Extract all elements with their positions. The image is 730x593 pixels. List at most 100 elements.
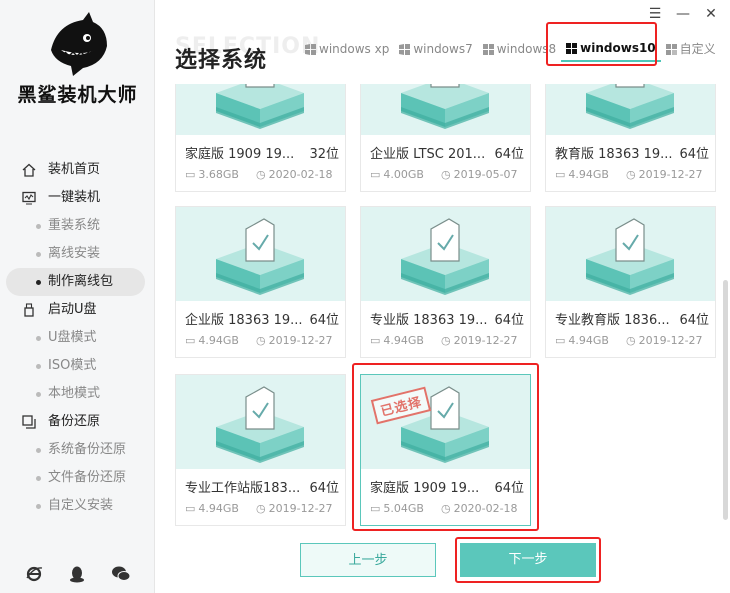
scrollbar-thumb[interactable] bbox=[723, 280, 728, 520]
sidebar-item-reinstall[interactable]: 重装系统 bbox=[0, 212, 155, 240]
system-card[interactable]: 专业教育版 1836... 64位 ▭ 4.94GB ◷ 2019-12-27 bbox=[545, 206, 716, 358]
tab-label: windows7 bbox=[413, 42, 473, 56]
windows-logo-icon bbox=[482, 43, 494, 55]
next-button[interactable]: 下一步 bbox=[460, 543, 596, 577]
disk-icon: ▭ bbox=[185, 168, 196, 181]
disk-icon: ▭ bbox=[555, 168, 566, 181]
sidebar-item-label: 系统备份还原 bbox=[48, 442, 127, 457]
clock-icon: ◷ bbox=[256, 502, 266, 515]
card-name: 专业工作站版183... bbox=[185, 481, 301, 496]
sidebar-item-usb-mode[interactable]: U盘模式 bbox=[0, 324, 155, 352]
bullet-dot bbox=[36, 336, 41, 341]
date-value: 2019-05-07 bbox=[453, 168, 518, 181]
card-size: ▭ 3.68GB bbox=[185, 168, 239, 181]
card-date: ◷ 2020-02-18 bbox=[441, 502, 518, 515]
install-illustration bbox=[216, 218, 304, 295]
card-size: ▭ 5.04GB bbox=[370, 502, 424, 515]
tab-label: windows10 bbox=[580, 41, 656, 55]
sidebar-item-custom-install[interactable]: 自定义安装 bbox=[0, 492, 155, 520]
close-icon[interactable]: ✕ bbox=[704, 6, 718, 22]
card-bits: 64位 bbox=[494, 481, 524, 496]
size-value: 4.94GB bbox=[198, 334, 239, 347]
menu-icon[interactable]: ☰ bbox=[648, 6, 662, 22]
tab-custom[interactable]: 自定义 bbox=[661, 36, 721, 62]
tab-windows10[interactable]: windows10 bbox=[561, 36, 661, 62]
wechat-icon[interactable] bbox=[110, 563, 132, 585]
card-date: ◷ 2020-02-18 bbox=[256, 168, 333, 181]
sidebar-item-one-click-install[interactable]: 一键装机 bbox=[0, 184, 155, 212]
card-image bbox=[176, 375, 345, 469]
size-value: 4.94GB bbox=[383, 334, 424, 347]
install-illustration bbox=[586, 218, 674, 295]
clock-icon: ◷ bbox=[441, 502, 451, 515]
bullet-dot bbox=[36, 504, 41, 509]
tab-label: windows xp bbox=[319, 42, 390, 56]
bullet-dot bbox=[36, 448, 41, 453]
sidebar-item-system-backup[interactable]: 系统备份还原 bbox=[0, 436, 155, 464]
size-value: 4.00GB bbox=[383, 168, 424, 181]
sidebar: 黑鲨装机大师 装机首页 一键装机 重装系统 离线安装 制作离线包 启动U盘 U盘… bbox=[0, 0, 155, 593]
page-title: 选择系统 bbox=[175, 48, 268, 73]
sidebar-item-label: 文件备份还原 bbox=[48, 470, 127, 485]
usb-icon bbox=[24, 303, 34, 317]
sidebar-item-label: ISO模式 bbox=[48, 358, 97, 373]
card-bits: 64位 bbox=[679, 313, 709, 328]
sidebar-item-label: 装机首页 bbox=[48, 162, 101, 177]
date-value: 2019-12-27 bbox=[638, 168, 703, 181]
sidebar-item-label: 制作离线包 bbox=[48, 274, 114, 289]
card-date: ◷ 2019-05-07 bbox=[441, 168, 518, 181]
shark-logo-icon bbox=[50, 12, 107, 76]
clock-icon: ◷ bbox=[626, 334, 636, 347]
date-value: 2020-02-18 bbox=[453, 502, 518, 515]
sidebar-item-local-mode[interactable]: 本地模式 bbox=[0, 380, 155, 408]
card-size: ▭ 4.94GB bbox=[370, 334, 424, 347]
bullet-dot bbox=[36, 280, 41, 285]
sidebar-item-backup-restore[interactable]: 备份还原 bbox=[0, 408, 155, 436]
install-illustration bbox=[401, 218, 489, 295]
system-card[interactable]: 专业工作站版183... 64位 ▭ 4.94GB ◷ 2019-12-27 bbox=[175, 374, 346, 526]
system-card[interactable]: 家庭版 1909 19... 64位 ▭ 5.04GB ◷ 2020-02-18 已… bbox=[360, 374, 531, 526]
card-name: 企业版 LTSC 201... bbox=[370, 147, 486, 162]
date-value: 2019-12-27 bbox=[453, 334, 518, 347]
ie-browser-icon[interactable] bbox=[23, 563, 45, 585]
sidebar-item-home[interactable]: 装机首页 bbox=[0, 156, 155, 184]
tab-windows7[interactable]: windows7 bbox=[394, 36, 477, 62]
window-controls: ☰ — ✕ bbox=[648, 6, 718, 22]
custom-grid-icon bbox=[665, 43, 677, 55]
sidebar-item-iso-mode[interactable]: ISO模式 bbox=[0, 352, 155, 380]
size-value: 4.94GB bbox=[198, 502, 239, 515]
tab-windows8[interactable]: windows8 bbox=[478, 36, 561, 62]
sidebar-footer bbox=[0, 563, 155, 585]
card-size: ▭ 4.94GB bbox=[185, 502, 239, 515]
system-card[interactable]: 企业版 LTSC 201... 64位 ▭ 4.00GB ◷ 2019-05-07 bbox=[360, 84, 531, 192]
clock-icon: ◷ bbox=[441, 334, 451, 347]
prev-button[interactable]: 上一步 bbox=[300, 543, 436, 577]
clock-icon: ◷ bbox=[626, 168, 636, 181]
system-card[interactable]: 企业版 18363 19... 64位 ▭ 4.94GB ◷ 2019-12-27 bbox=[175, 206, 346, 358]
sidebar-item-label: U盘模式 bbox=[48, 330, 97, 345]
sidebar-item-offline-install[interactable]: 离线安装 bbox=[0, 240, 155, 268]
tab-windows-xp[interactable]: windows xp bbox=[300, 36, 394, 62]
date-value: 2020-02-18 bbox=[268, 168, 333, 181]
install-illustration bbox=[216, 386, 304, 463]
card-bits: 64位 bbox=[494, 147, 524, 162]
bullet-dot bbox=[36, 476, 41, 481]
bullet-dot bbox=[36, 364, 41, 369]
system-card[interactable]: 教育版 18363 19... 64位 ▭ 4.94GB ◷ 2019-12-27 bbox=[545, 84, 716, 192]
monitor-icon bbox=[22, 191, 36, 205]
sidebar-item-make-offline-package[interactable]: 制作离线包 bbox=[6, 268, 145, 296]
card-size: ▭ 4.94GB bbox=[555, 334, 609, 347]
sidebar-item-file-backup[interactable]: 文件备份还原 bbox=[0, 464, 155, 492]
system-card[interactable]: 专业版 18363 19... 64位 ▭ 4.94GB ◷ 2019-12-27 bbox=[360, 206, 531, 358]
bullet-dot bbox=[36, 392, 41, 397]
windows-logo-icon bbox=[399, 43, 411, 55]
minimize-icon[interactable]: — bbox=[676, 6, 690, 22]
bullet-dot bbox=[36, 224, 41, 229]
sidebar-item-boot-usb[interactable]: 启动U盘 bbox=[0, 296, 155, 324]
card-date: ◷ 2019-12-27 bbox=[256, 334, 333, 347]
qq-icon[interactable] bbox=[66, 563, 88, 585]
sidebar-item-label: 备份还原 bbox=[48, 414, 101, 429]
date-value: 2019-12-27 bbox=[268, 502, 333, 515]
card-size: ▭ 4.00GB bbox=[370, 168, 424, 181]
clock-icon: ◷ bbox=[256, 334, 266, 347]
